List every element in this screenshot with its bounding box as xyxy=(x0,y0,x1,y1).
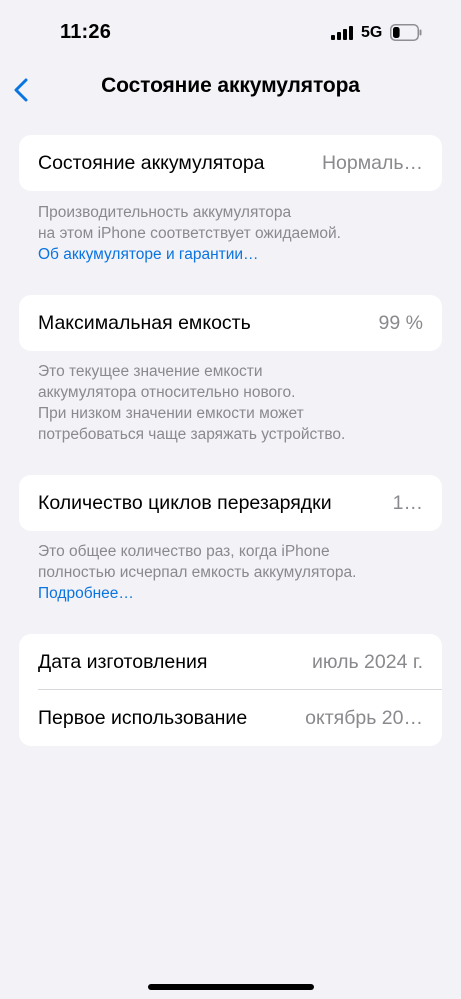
footer-text-line: полностью исчерпал емкость аккумулятора. xyxy=(38,564,357,581)
footer-text-line: Это текущее значение емкости xyxy=(38,363,263,380)
battery-health-row[interactable]: Состояние аккумулятора Нормаль… xyxy=(19,135,442,191)
manufacture-date-value: июль 2024 г. xyxy=(312,650,423,673)
footer-text-line: на этом iPhone соответствует ожидаемой. xyxy=(38,225,341,242)
learn-more-link[interactable]: Подробнее… xyxy=(38,583,438,604)
footer-text-line: Производительность аккумулятора xyxy=(38,204,292,221)
battery-level-fill xyxy=(393,27,400,38)
battery-warranty-link[interactable]: Об аккумуляторе и гарантии… xyxy=(38,244,438,265)
manufacture-date-row: Дата изготовления июль 2024 г. xyxy=(19,634,442,690)
battery-health-footer: Производительность аккумулятора на этом … xyxy=(38,202,438,265)
page-title: Состояние аккумулятора xyxy=(101,74,360,97)
battery-health-value: Нормаль… xyxy=(321,151,423,174)
footer-text-line: аккумулятора относительно нового. xyxy=(38,384,296,401)
cycle-count-row: Количество циклов перезарядки 1… xyxy=(19,475,442,531)
max-capacity-value: 99 % xyxy=(378,311,423,334)
battery-health-label: Состояние аккумулятора xyxy=(38,151,265,174)
footer-text-line: При низком значении емкости может xyxy=(38,405,304,422)
max-capacity-footer: Это текущее значение емкости аккумулятор… xyxy=(38,361,438,445)
first-use-value: октябрь 20… xyxy=(305,706,423,729)
navigation-bar: Состояние аккумулятора xyxy=(0,66,461,112)
status-bar: 11:26 5G xyxy=(0,0,461,66)
first-use-label: Первое использование xyxy=(38,706,248,729)
battery-icon xyxy=(390,24,422,41)
manufacture-date-label: Дата изготовления xyxy=(38,650,208,673)
battery-health-card: Состояние аккумулятора Нормаль… xyxy=(19,135,442,191)
home-indicator[interactable] xyxy=(148,984,314,990)
max-capacity-label: Максимальная емкость xyxy=(38,311,251,334)
max-capacity-card: Максимальная емкость 99 % xyxy=(19,295,442,351)
footer-text-line: потребоваться чаще заряжать устройство. xyxy=(38,426,346,443)
cellular-signal-icon xyxy=(331,26,353,40)
cycle-count-footer: Это общее количество раз, когда iPhone п… xyxy=(38,541,438,604)
dates-card: Дата изготовления июль 2024 г. Первое ис… xyxy=(19,634,442,746)
first-use-row: Первое использование октябрь 20… xyxy=(19,690,442,746)
status-time: 11:26 xyxy=(60,21,112,43)
cycle-count-value: 1… xyxy=(392,491,423,514)
footer-text-line: Это общее количество раз, когда iPhone xyxy=(38,543,330,560)
cycle-count-label: Количество циклов перезарядки xyxy=(38,491,332,514)
cycle-count-card: Количество циклов перезарядки 1… xyxy=(19,475,442,531)
max-capacity-row: Максимальная емкость 99 % xyxy=(19,295,442,351)
network-type: 5G xyxy=(361,24,383,41)
